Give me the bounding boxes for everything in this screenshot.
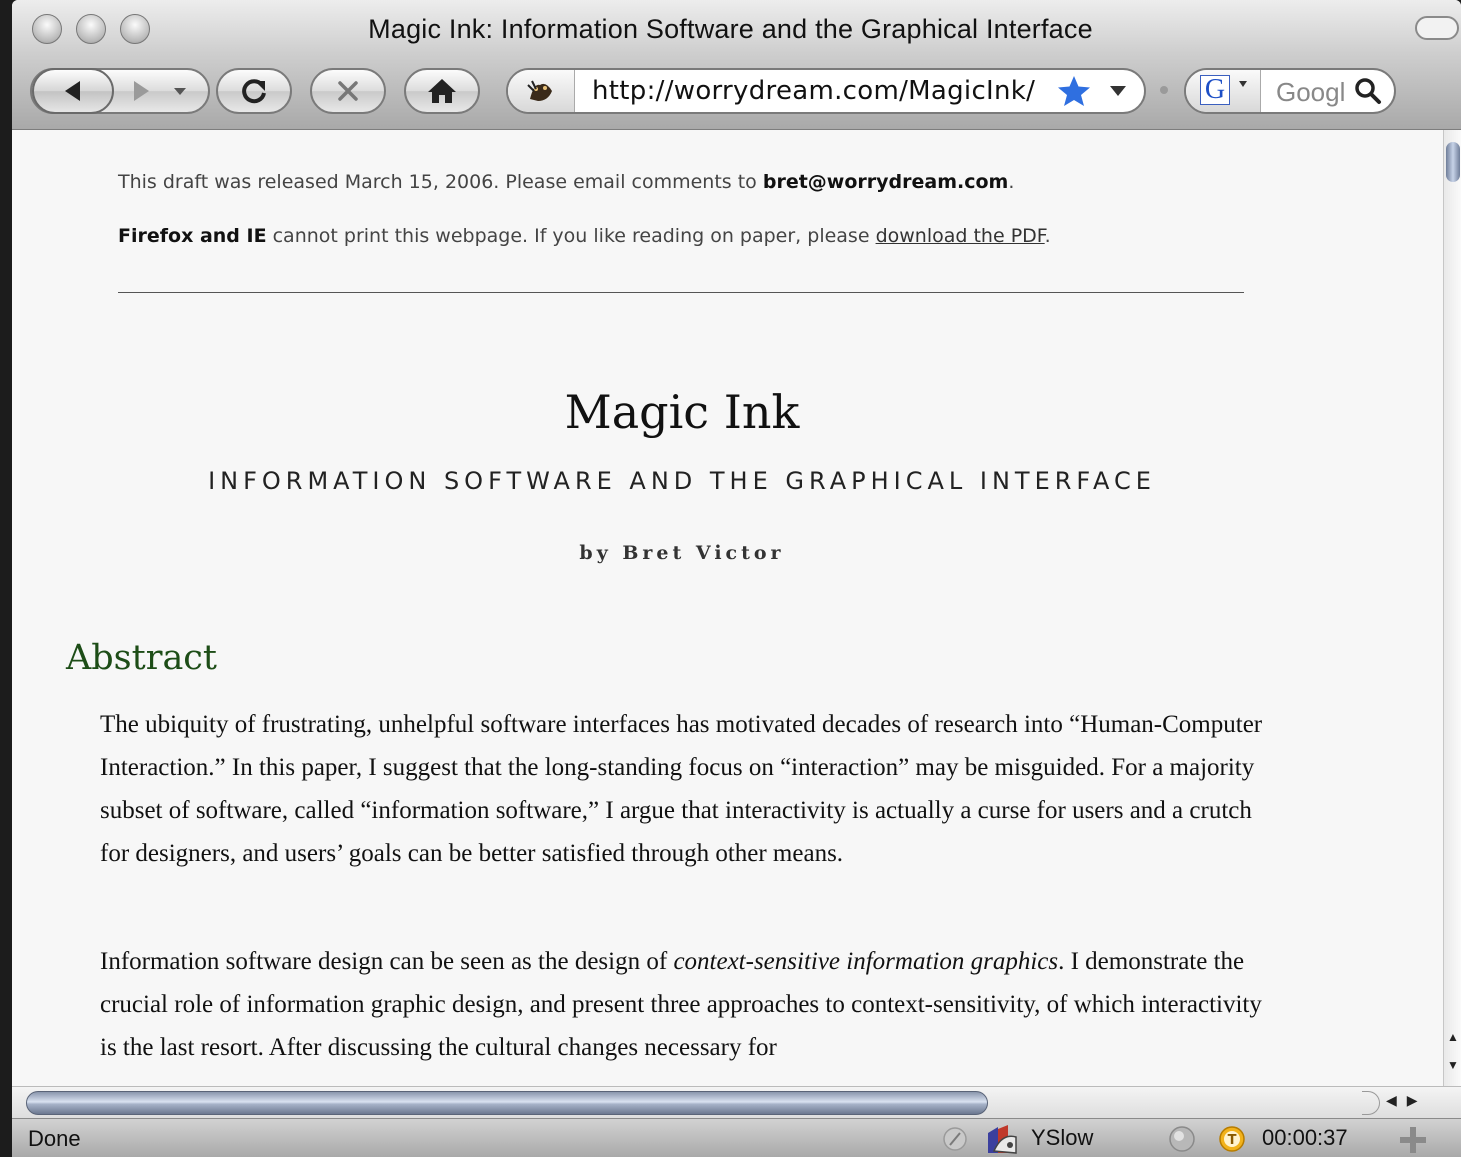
bookmark-star-icon[interactable] — [1056, 74, 1092, 108]
back-arrow-icon — [65, 81, 80, 101]
search-icon[interactable] — [1354, 77, 1382, 105]
home-button[interactable] — [404, 68, 480, 114]
url-text: http://worrydream.com/MagicInk/ — [592, 76, 1036, 106]
site-favicon-icon — [527, 80, 552, 101]
toolbar-toggle-button[interactable] — [1415, 16, 1459, 40]
draft-notice-period: . — [1008, 171, 1015, 193]
status-text: Done — [28, 1126, 81, 1151]
search-engine-selector[interactable]: G — [1186, 70, 1261, 112]
browser-chrome: Magic Ink: Information Software and the … — [12, 0, 1461, 130]
print-notice: Firefox and IE cannot print this webpage… — [118, 225, 1051, 247]
browser-window: Magic Ink: Information Software and the … — [12, 0, 1461, 1157]
vertical-scrollbar[interactable]: ▲ ▼ — [1443, 130, 1461, 1086]
page-content: This draft was released March 15, 2006. … — [12, 130, 1443, 1086]
reload-icon — [242, 79, 266, 104]
address-bar[interactable]: http://worrydream.com/MagicInk/ — [506, 68, 1146, 114]
scroll-track-end — [1362, 1091, 1380, 1115]
timer-readout: 00:00:37 — [1262, 1125, 1348, 1150]
forward-arrow-icon — [134, 81, 149, 101]
search-input[interactable]: Googl — [1276, 77, 1345, 108]
home-icon — [428, 79, 456, 103]
divider — [118, 292, 1244, 293]
scroll-right-arrow-icon[interactable]: ▶ — [1407, 1092, 1428, 1108]
draft-notice: This draft was released March 15, 2006. … — [118, 171, 1014, 193]
download-pdf-link[interactable]: download the PDF — [876, 225, 1045, 247]
scroll-up-arrow-icon[interactable]: ▲ — [1447, 1030, 1459, 1044]
url-history-dropdown-icon[interactable] — [1108, 84, 1128, 98]
abstract-paragraph-1: The ubiquity of frustrating, unhelpful s… — [100, 711, 1263, 867]
stop-icon — [338, 81, 358, 101]
paragraph-2-text-a: Information software design can be seen … — [100, 948, 674, 975]
chevron-down-icon — [174, 88, 186, 95]
print-notice-period: . — [1044, 225, 1051, 247]
reload-button[interactable] — [216, 68, 292, 114]
horizontal-scrollbar[interactable]: ◀▶ — [12, 1086, 1461, 1118]
vertical-scroll-thumb[interactable] — [1446, 142, 1460, 182]
back-forward-group — [30, 68, 210, 114]
stop-button[interactable] — [310, 68, 386, 114]
toolbar-separator — [1160, 86, 1168, 94]
abstract-paragraph-2: Information software design can be seen … — [100, 940, 1275, 1069]
horizontal-scroll-thumb[interactable] — [26, 1091, 988, 1115]
window-title: Magic Ink: Information Software and the … — [368, 14, 1093, 44]
yslow-label[interactable]: YSlow — [1031, 1125, 1093, 1151]
timer-icon[interactable]: T — [1218, 1125, 1246, 1153]
draft-notice-text: This draft was released March 15, 2006. … — [118, 171, 763, 193]
page-subtitle: INFORMATION SOFTWARE AND THE GRAPHICAL I… — [208, 467, 1156, 495]
status-bar: Done YSlow T 00:00:37 — [12, 1118, 1461, 1157]
author-email: bret@worrydream.com — [762, 171, 1009, 193]
svg-text:T: T — [1228, 1133, 1237, 1148]
status-globe-icon[interactable] — [1168, 1125, 1196, 1153]
print-notice-text: cannot print this webpage. If you like r… — [266, 225, 876, 247]
security-indicator-icon — [943, 1127, 967, 1151]
horizontal-scroll-arrows[interactable]: ◀▶ — [1386, 1092, 1428, 1109]
author-byline: by Bret Victor — [579, 542, 785, 564]
paragraph-2-emphasis: context-sensitive information graphics — [673, 948, 1059, 975]
google-engine-icon: G — [1200, 75, 1230, 105]
history-dropdown-button[interactable] — [172, 84, 188, 98]
abstract-heading: Abstract — [66, 638, 217, 678]
resize-grip-icon[interactable] — [1398, 1125, 1428, 1155]
page-title: Magic Ink — [564, 385, 800, 439]
scroll-left-arrow-icon[interactable]: ◀ — [1386, 1092, 1407, 1108]
browser-names: Firefox and IE — [118, 225, 267, 247]
forward-button[interactable] — [128, 78, 154, 104]
scroll-down-arrow-icon[interactable]: ▼ — [1447, 1058, 1459, 1072]
chevron-down-icon — [1239, 81, 1247, 87]
back-button[interactable] — [32, 68, 114, 114]
site-identity-button[interactable] — [508, 70, 575, 112]
search-bar[interactable]: G Googl — [1184, 68, 1396, 114]
yslow-icon[interactable] — [984, 1123, 1020, 1155]
